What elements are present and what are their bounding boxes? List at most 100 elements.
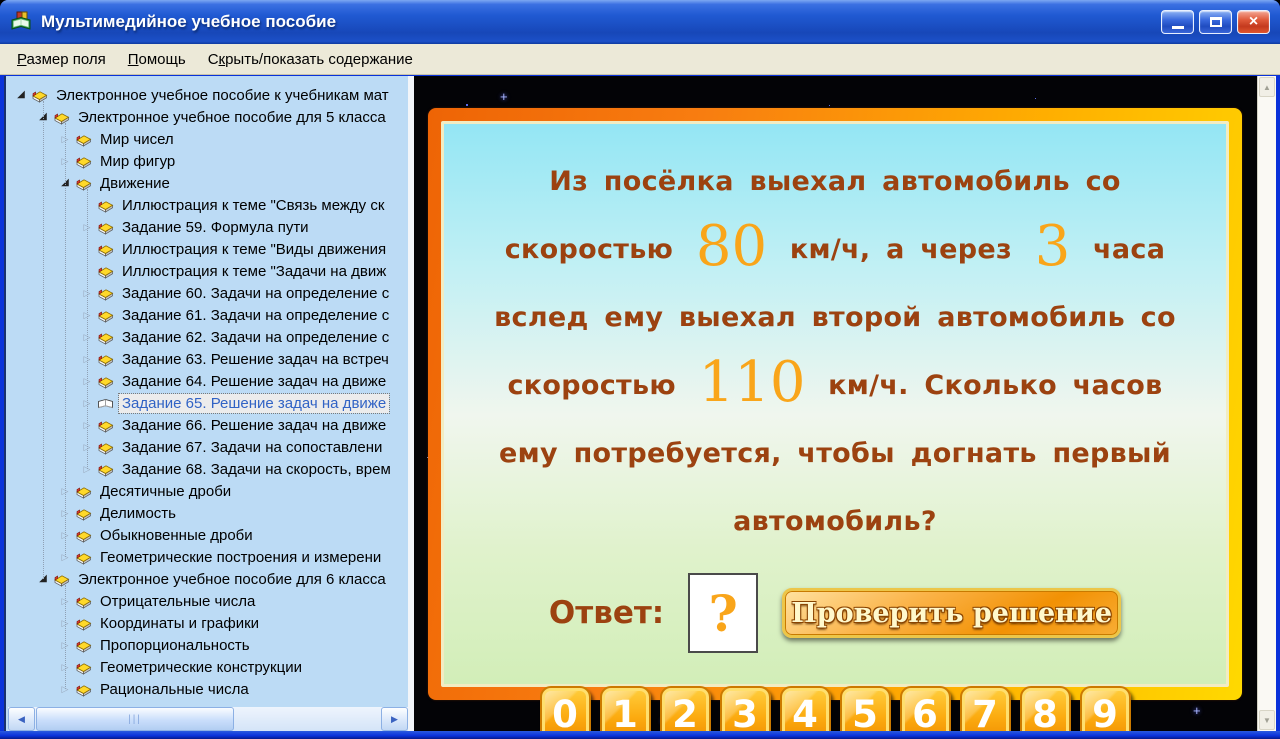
answer-label: Ответ: <box>548 595 665 631</box>
tree-item[interactable]: Иллюстрация к теме "Виды движения <box>8 238 408 260</box>
book-icon <box>96 285 115 301</box>
problem-card-inner: Из посёлка выехал автомобиль со скорость… <box>441 121 1229 731</box>
open-book-icon <box>96 395 115 411</box>
minimize-button[interactable] <box>1161 10 1194 34</box>
menu-bar: Размер поля Помощь Скрыть/показать содержа… <box>0 44 1280 75</box>
star <box>466 104 469 107</box>
window-bottom-border <box>0 731 1280 739</box>
tree-item[interactable]: ▷ Делимость <box>8 502 408 524</box>
close-button[interactable]: × <box>1237 10 1270 34</box>
digit-button-2[interactable]: 2 <box>659 686 711 731</box>
tree-item[interactable]: ◢ Движение <box>8 172 408 194</box>
main-content: ◢ Электронное учебное пособие к учебникам… <box>4 76 1276 731</box>
tree-item[interactable]: ◢ Электронное учебное пособие для 5 класс… <box>8 106 408 128</box>
digit-button-6[interactable]: 6 <box>899 686 951 731</box>
maximize-icon <box>1209 17 1222 27</box>
tree-item[interactable]: ▷ Геометрические конструкции <box>8 656 408 678</box>
tree-item-label: Задание 63. Решение задач на встреч <box>122 350 389 368</box>
menu-item-3[interactable]: Скрыть/показать содержание <box>197 47 424 72</box>
digit-button-1[interactable]: 1 <box>599 686 651 731</box>
tree-item-label: Задание 62. Задачи на определение с <box>122 328 390 346</box>
digit-button-4[interactable]: 4 <box>779 686 831 731</box>
tree-item[interactable]: ▷ Мир фигур <box>8 150 408 172</box>
scroll-right-arrow-icon[interactable]: ▶ <box>381 707 408 731</box>
stage-vertical-scrollbar[interactable]: ▲ ▼ <box>1257 76 1276 731</box>
tree-horizontal-scrollbar[interactable]: ◀ ||| ▶ <box>8 707 408 731</box>
tree-guide-line <box>87 189 89 469</box>
tree-item[interactable]: ▷ Рациональные числа <box>8 678 408 700</box>
scroll-down-arrow-icon[interactable]: ▼ <box>1259 710 1275 730</box>
menu-item-2[interactable]: Помощь <box>117 47 197 72</box>
book-icon <box>30 87 49 103</box>
tree-item-label: Движение <box>100 174 170 192</box>
star <box>1034 97 1036 99</box>
tree-item-label: Делимость <box>100 504 176 522</box>
digit-button-7[interactable]: 7 <box>959 686 1011 731</box>
tree-item[interactable]: ▷ Десятичные дроби <box>8 480 408 502</box>
tree-item[interactable]: ◢ Электронное учебное пособие для 6 класс… <box>8 568 408 590</box>
check-solution-button[interactable]: Проверить решение <box>782 588 1122 638</box>
digit-button-9[interactable]: 9 <box>1079 686 1131 731</box>
digit-button-8[interactable]: 8 <box>1019 686 1071 731</box>
tree-item[interactable]: ▷ Задание 66. Решение задач на движе <box>8 414 408 436</box>
tree-item[interactable]: Иллюстрация к теме "Задачи на движ <box>8 260 408 282</box>
tree-item[interactable]: Иллюстрация к теме "Связь между ск <box>8 194 408 216</box>
collapse-arrow-icon[interactable]: ◢ <box>14 88 28 102</box>
application-window: { "palette": { "title_blue": "#2059d2", … <box>0 0 1280 739</box>
book-icon <box>96 417 115 433</box>
tree-item[interactable]: ▷ Задание 59. Формула пути <box>8 216 408 238</box>
tree-item[interactable]: ▷ Отрицательные числа <box>8 590 408 612</box>
scroll-left-arrow-icon[interactable]: ◀ <box>8 707 35 731</box>
tree-item-label: Задание 67. Задачи на сопоставлени <box>122 438 383 456</box>
tree-item[interactable]: ▷ Мир чисел <box>8 128 408 150</box>
tree-item[interactable]: ▷ Задание 61. Задачи на определение с <box>8 304 408 326</box>
problem-card: Из посёлка выехал автомобиль со скорость… <box>428 108 1242 731</box>
tree-item[interactable]: ▷ Пропорциональность <box>8 634 408 656</box>
problem-text-segment: км/ч, а через <box>774 234 1028 265</box>
close-icon: × <box>1248 13 1259 30</box>
book-icon <box>74 593 93 609</box>
tree-item[interactable]: ▷ Задание 63. Решение задач на встреч <box>8 348 408 370</box>
maximize-button[interactable] <box>1199 10 1232 34</box>
digit-button-3[interactable]: 3 <box>719 686 771 731</box>
book-icon <box>96 241 115 257</box>
tree-item[interactable]: ▷ Обыкновенные дроби <box>8 524 408 546</box>
minimize-icon <box>1171 26 1184 29</box>
answer-input-box[interactable]: ? <box>688 573 759 653</box>
digit-button-0[interactable]: 0 <box>539 686 591 731</box>
tree-item-label: Координаты и графики <box>100 614 260 632</box>
book-icon <box>74 483 93 499</box>
book-icon <box>74 681 93 697</box>
book-icon <box>74 175 93 191</box>
tree-item[interactable]: ▷ Задание 64. Решение задач на движе <box>8 370 408 392</box>
tree-guide-line <box>65 123 67 557</box>
tree-item[interactable]: ▷ Задание 60. Задачи на определение с <box>8 282 408 304</box>
book-icon <box>96 219 115 235</box>
book-icon <box>74 637 93 653</box>
tree-item-label: Рациональные числа <box>100 680 249 698</box>
book-icon <box>74 153 93 169</box>
scrollbar-thumb[interactable]: ||| <box>36 707 234 731</box>
sparkle-star: + <box>1193 703 1201 718</box>
answer-placeholder: ? <box>708 583 738 643</box>
book-icon <box>96 307 115 323</box>
scroll-up-arrow-icon[interactable]: ▲ <box>1259 77 1275 97</box>
problem-text: Из посёлка выехал автомобиль со скорость… <box>480 148 1190 556</box>
tree-item[interactable]: ▷ Задание 68. Задачи на скорость, врем <box>8 458 408 480</box>
tree-item[interactable]: ▷ Задание 62. Задачи на определение с <box>8 326 408 348</box>
digit-button-5[interactable]: 5 <box>839 686 891 731</box>
tree-item[interactable]: ▷ Задание 67. Задачи на сопоставлени <box>8 436 408 458</box>
problem-number: 110 <box>698 350 806 415</box>
sparkle-star: + <box>500 89 508 104</box>
tree-item[interactable]: ▷ Геометрические построения и измерени <box>8 546 408 568</box>
book-icon <box>96 439 115 455</box>
menu-item-1[interactable]: Размер поля <box>6 47 117 72</box>
tree-item[interactable]: ▷ Задание 65. Решение задач на движе <box>8 392 408 414</box>
tree-item-label: Задание 65. Решение задач на движе <box>117 392 391 414</box>
tree-item-label: Электронное учебное пособие для 5 класса <box>78 108 386 126</box>
problem-number: 80 <box>695 214 768 279</box>
title-bar: Мультимедийное учебное пособие × <box>0 0 1280 44</box>
tree-item[interactable]: ◢ Электронное учебное пособие к учебникам… <box>8 84 408 106</box>
tree-item[interactable]: ▷ Координаты и графики <box>8 612 408 634</box>
tree-item-label: Задание 60. Задачи на определение с <box>122 284 390 302</box>
